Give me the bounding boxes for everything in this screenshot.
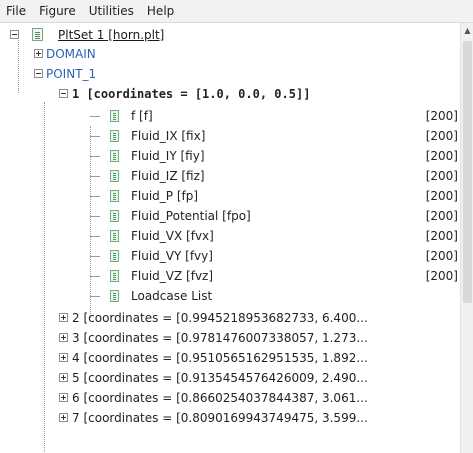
plot-file-icon [32,28,43,41]
tree-row-coordinate[interactable]: 7 [coordinates = [0.8090169943749475, 3.… [0,408,460,428]
leaf-label[interactable]: Fluid_P [fp] [131,186,198,206]
tree-row-domain[interactable]: DOMAIN [0,44,460,64]
variable-icon [110,150,119,162]
tree-leaf-fluid-vy[interactable]: Fluid_VY [fvy] [200] [0,246,460,266]
leaf-value: [200] [425,229,458,243]
expand-toggle-icon[interactable] [34,49,43,58]
tree-connector [90,156,100,157]
tree-row-coordinate[interactable]: 6 [coordinates = [0.8660254037844387, 3.… [0,388,460,408]
tree-leaf-fluid-ix[interactable]: Fluid_IX [fix] [200] [0,126,460,146]
leaf-value: [200] [425,169,458,183]
menu-bar: File Figure Utilities Help [0,0,473,23]
tree-leaf-fluid-iz[interactable]: Fluid_IZ [fiz] [200] [0,166,460,186]
coordinate-1-label[interactable]: 1 [coordinates = [1.0, 0.0, 0.5]] [72,84,310,104]
tree-connector [90,216,100,217]
tree-leaf-f[interactable]: f [f] [200] [0,106,460,126]
leaf-label[interactable]: Fluid_IY [fiy] [131,146,205,166]
tree-leaf-fluid-vx[interactable]: Fluid_VX [fvx] [200] [0,226,460,246]
collapse-toggle-icon[interactable] [10,30,19,39]
vertical-scrollbar[interactable]: ▲ [460,23,473,453]
tree-connector [90,196,100,197]
tree-leaf-loadcase-list[interactable]: Loadcase List [0,286,460,306]
menu-utilities[interactable]: Utilities [83,0,141,22]
leaf-label[interactable]: Fluid_VZ [fvz] [131,266,213,286]
variable-icon [110,110,119,122]
coordinate-label[interactable]: 6 [coordinates = [0.8660254037844387, 3.… [72,388,368,408]
tree-leaf-fluid-vz[interactable]: Fluid_VZ [fvz] [200] [0,266,460,286]
leaf-label[interactable]: f [f] [131,106,153,126]
tree-row-coordinate[interactable]: 3 [coordinates = [0.9781476007338057, 1.… [0,328,460,348]
leaf-value: [200] [425,209,458,223]
tree-row-coordinate-1[interactable]: 1 [coordinates = [1.0, 0.0, 0.5]] [0,84,460,104]
expand-toggle-icon[interactable] [59,373,68,382]
tree-connector [90,116,100,117]
leaf-value: [200] [425,189,458,203]
domain-label[interactable]: DOMAIN [46,44,96,64]
coordinate-label[interactable]: 5 [coordinates = [0.9135454576426009, 2.… [72,368,368,388]
tree-view: PltSet 1 [horn.plt] DOMAIN POINT_1 1 [co… [0,23,460,453]
variable-icon [110,170,119,182]
expand-toggle-icon[interactable] [59,333,68,342]
coordinate-label[interactable]: 2 [coordinates = [0.9945218953682733, 6.… [72,308,368,328]
menu-figure[interactable]: Figure [33,0,83,22]
expand-toggle-icon[interactable] [59,413,68,422]
leaf-value: [200] [425,269,458,283]
tree-row-coordinate[interactable]: 4 [coordinates = [0.9510565162951535, 1.… [0,348,460,368]
variable-icon [110,250,119,262]
coordinate-label[interactable]: 4 [coordinates = [0.9510565162951535, 1.… [72,348,368,368]
variable-icon [110,210,119,222]
tree-connector [90,136,100,137]
tree-row-point[interactable]: POINT_1 [0,64,460,84]
tree-row-coordinate[interactable]: 2 [coordinates = [0.9945218953682733, 6.… [0,308,460,328]
root-label[interactable]: PltSet 1 [horn.plt] [58,25,164,45]
scroll-thumb[interactable] [463,41,472,303]
leaf-label[interactable]: Fluid_VY [fvy] [131,246,213,266]
menu-help[interactable]: Help [141,0,181,22]
expand-toggle-icon[interactable] [59,393,68,402]
variable-icon [110,130,119,142]
leaf-value: [200] [425,129,458,143]
variable-icon [110,190,119,202]
tree-connector [90,296,100,297]
scroll-up-arrow-icon[interactable]: ▲ [461,25,473,37]
tree-leaf-fluid-iy[interactable]: Fluid_IY [fiy] [200] [0,146,460,166]
tree-connector [90,176,100,177]
leaf-label[interactable]: Fluid_IZ [fiz] [131,166,205,186]
tree-row-coordinate[interactable]: 5 [coordinates = [0.9135454576426009, 2.… [0,368,460,388]
menu-file[interactable]: File [0,0,33,22]
tree-connector [90,276,100,277]
expand-toggle-icon[interactable] [59,353,68,362]
coordinate-label[interactable]: 3 [coordinates = [0.9781476007338057, 1.… [72,328,368,348]
tree-leaf-fluid-p[interactable]: Fluid_P [fp] [200] [0,186,460,206]
leaf-value: [200] [425,109,458,123]
tree-leaf-fluid-potential[interactable]: Fluid_Potential [fpo] [200] [0,206,460,226]
leaf-value: [200] [425,249,458,263]
variable-icon [110,290,119,302]
expand-toggle-icon[interactable] [59,313,68,322]
leaf-label[interactable]: Fluid_Potential [fpo] [131,206,251,226]
collapse-toggle-icon[interactable] [34,69,43,78]
tree-row-root[interactable]: PltSet 1 [horn.plt] [0,25,460,45]
tree-connector [90,256,100,257]
point-label[interactable]: POINT_1 [46,64,96,84]
leaf-label[interactable]: Fluid_IX [fix] [131,126,205,146]
collapse-toggle-icon[interactable] [59,89,68,98]
tree-connector [90,236,100,237]
leaf-label[interactable]: Loadcase List [131,286,212,306]
leaf-value: [200] [425,149,458,163]
variable-icon [110,230,119,242]
variable-icon [110,270,119,282]
coordinate-label[interactable]: 7 [coordinates = [0.8090169943749475, 3.… [72,408,368,428]
leaf-label[interactable]: Fluid_VX [fvx] [131,226,214,246]
